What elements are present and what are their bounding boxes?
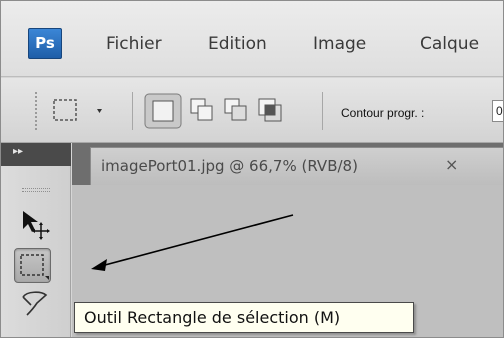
tool-tooltip: Outil Rectangle de sélection (M) (74, 302, 414, 333)
annotation-arrow (91, 214, 294, 271)
photoshop-window: Ps Fichier Edition Image Calque Contour … (0, 0, 504, 338)
